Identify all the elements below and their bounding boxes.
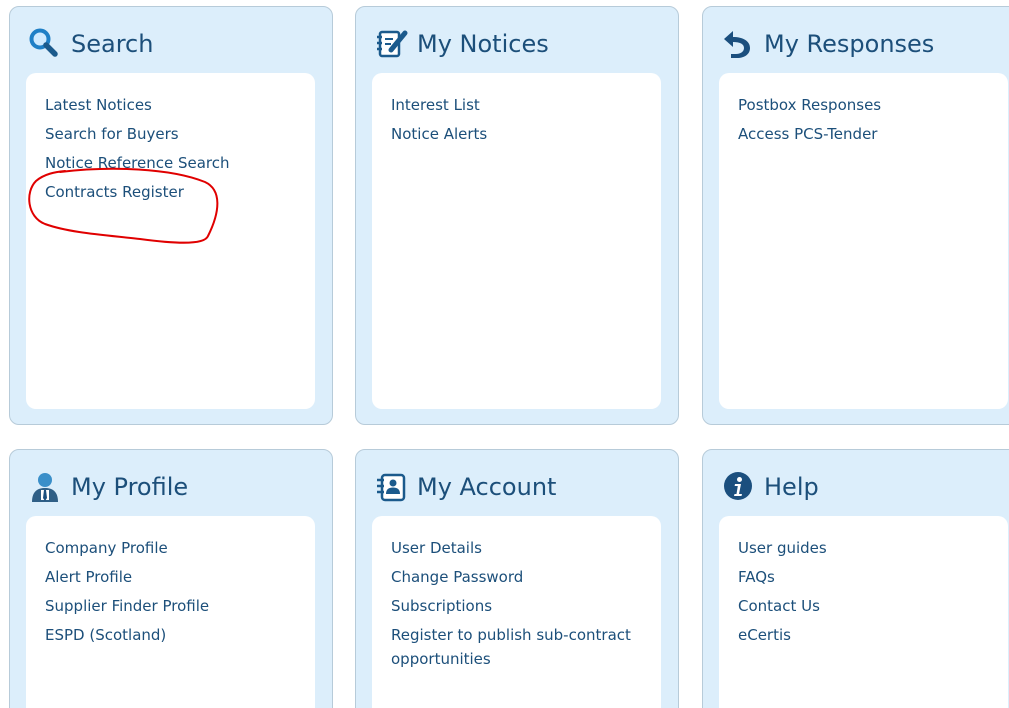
panel-body: Postbox Responses Access PCS-Tender bbox=[719, 73, 1008, 409]
panel-header: Search bbox=[10, 7, 332, 73]
panel-body: Latest Notices Search for Buyers Notice … bbox=[26, 73, 315, 409]
change-password-link[interactable]: Change Password bbox=[391, 567, 661, 587]
panel-title: My Profile bbox=[71, 473, 189, 501]
notepad-pencil-icon bbox=[374, 27, 408, 61]
notice-reference-search-link[interactable]: Notice Reference Search bbox=[45, 153, 315, 173]
notice-alerts-link[interactable]: Notice Alerts bbox=[391, 124, 661, 144]
subscriptions-link[interactable]: Subscriptions bbox=[391, 596, 661, 616]
search-panel: Search Latest Notices Search for Buyers … bbox=[9, 6, 333, 425]
my-profile-panel: My Profile Company Profile Alert Profile… bbox=[9, 449, 333, 708]
contact-us-link[interactable]: Contact Us bbox=[738, 596, 1008, 616]
interest-list-link[interactable]: Interest List bbox=[391, 95, 661, 115]
dashboard: Search Latest Notices Search for Buyers … bbox=[0, 0, 1009, 708]
supplier-finder-profile-link[interactable]: Supplier Finder Profile bbox=[45, 596, 315, 616]
user-guides-link[interactable]: User guides bbox=[738, 538, 1008, 558]
link-list: Latest Notices Search for Buyers Notice … bbox=[26, 73, 315, 202]
faqs-link[interactable]: FAQs bbox=[738, 567, 1008, 587]
company-profile-link[interactable]: Company Profile bbox=[45, 538, 315, 558]
panel-body: Interest List Notice Alerts bbox=[372, 73, 661, 409]
panel-body: Company Profile Alert Profile Supplier F… bbox=[26, 516, 315, 708]
link-list: User guides FAQs Contact Us eCertis bbox=[719, 516, 1008, 645]
link-list: User Details Change Password Subscriptio… bbox=[372, 516, 661, 671]
espd-scotland-link[interactable]: ESPD (Scotland) bbox=[45, 625, 315, 645]
postbox-responses-link[interactable]: Postbox Responses bbox=[738, 95, 1008, 115]
register-sub-contract-link[interactable]: Register to publish sub-contract opportu… bbox=[391, 623, 656, 671]
alert-profile-link[interactable]: Alert Profile bbox=[45, 567, 315, 587]
link-list: Postbox Responses Access PCS-Tender bbox=[719, 73, 1008, 144]
address-book-icon bbox=[374, 470, 408, 504]
access-pcs-tender-link[interactable]: Access PCS-Tender bbox=[738, 124, 1008, 144]
panel-header: My Account bbox=[356, 450, 678, 516]
user-profile-icon bbox=[28, 470, 62, 504]
my-responses-panel: My Responses Postbox Responses Access PC… bbox=[702, 6, 1009, 425]
link-list: Interest List Notice Alerts bbox=[372, 73, 661, 144]
help-panel: Help User guides FAQs Contact Us eCertis bbox=[702, 449, 1009, 708]
panel-title: Search bbox=[71, 30, 154, 58]
panel-header: My Notices bbox=[356, 7, 678, 73]
panel-title: Help bbox=[764, 473, 819, 501]
panel-title: My Notices bbox=[417, 30, 549, 58]
panel-header: Help bbox=[703, 450, 1009, 516]
latest-notices-link[interactable]: Latest Notices bbox=[45, 95, 315, 115]
panel-title: My Account bbox=[417, 473, 557, 501]
user-details-link[interactable]: User Details bbox=[391, 538, 661, 558]
panel-header: My Profile bbox=[10, 450, 332, 516]
search-for-buyers-link[interactable]: Search for Buyers bbox=[45, 124, 315, 144]
ecertis-link[interactable]: eCertis bbox=[738, 625, 1008, 645]
reply-arrow-icon bbox=[721, 27, 755, 61]
search-icon bbox=[28, 27, 62, 61]
contracts-register-link[interactable]: Contracts Register bbox=[45, 182, 315, 202]
panel-body: User guides FAQs Contact Us eCertis bbox=[719, 516, 1008, 708]
my-account-panel: My Account User Details Change Password … bbox=[355, 449, 679, 708]
info-icon bbox=[721, 470, 755, 504]
panel-body: User Details Change Password Subscriptio… bbox=[372, 516, 661, 708]
panel-header: My Responses bbox=[703, 7, 1009, 73]
link-list: Company Profile Alert Profile Supplier F… bbox=[26, 516, 315, 645]
my-notices-panel: My Notices Interest List Notice Alerts bbox=[355, 6, 679, 425]
panel-title: My Responses bbox=[764, 30, 935, 58]
